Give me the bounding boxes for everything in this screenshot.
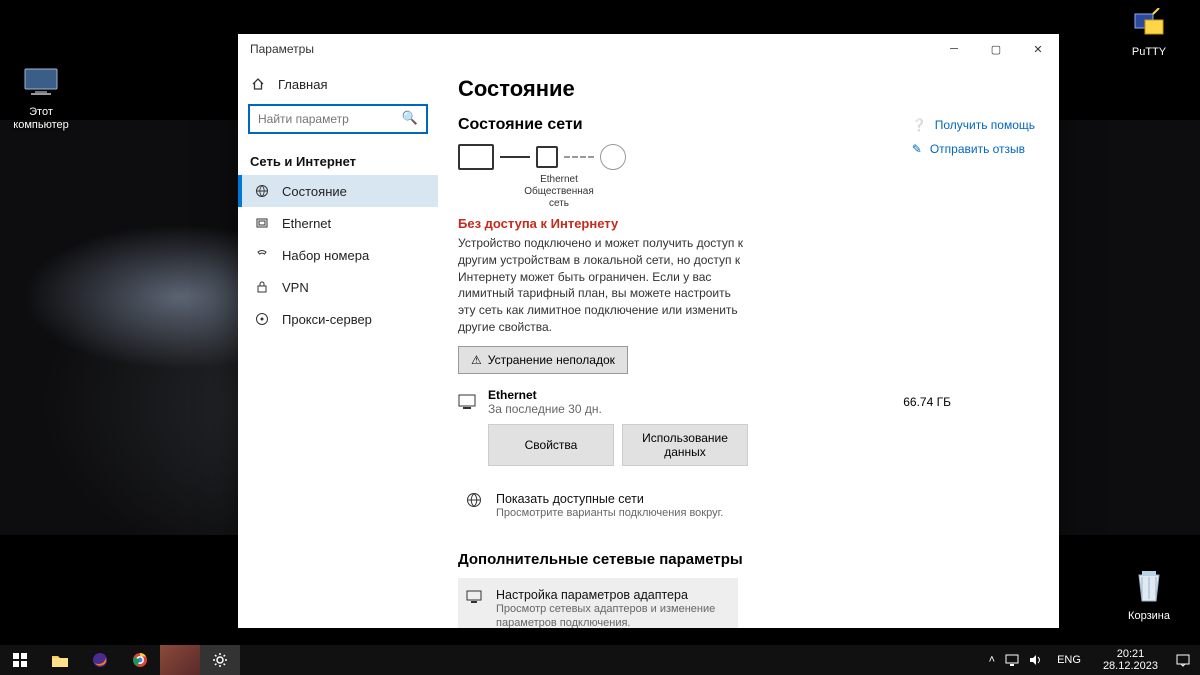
sidebar-item-label: VPN xyxy=(282,280,309,295)
putty-icon xyxy=(1129,2,1169,42)
search-input[interactable] xyxy=(248,104,428,134)
sidebar-item-label: Набор номера xyxy=(282,248,369,263)
clock-time: 20:21 xyxy=(1103,648,1158,660)
properties-button[interactable]: Свойства xyxy=(488,424,614,466)
titlebar[interactable]: Параметры ─ ▢ ✕ xyxy=(238,34,1059,64)
close-button[interactable]: ✕ xyxy=(1017,34,1059,64)
recycle-bin-icon xyxy=(1129,566,1169,606)
sidebar-item-label: Главная xyxy=(278,77,327,92)
ethernet-icon xyxy=(254,215,270,231)
window-title: Параметры xyxy=(250,42,933,56)
sidebar-item-label: Состояние xyxy=(282,184,347,199)
tray-network-icon[interactable] xyxy=(1005,654,1019,666)
globe-icon xyxy=(466,492,484,521)
status-warning-title: Без доступа к Интернету xyxy=(458,216,1035,231)
sidebar-item-proxy[interactable]: Прокси-сервер xyxy=(238,303,438,335)
help-link-label: Отправить отзыв xyxy=(930,142,1025,156)
taskbar-app[interactable] xyxy=(160,645,200,675)
advanced-settings-heading: Дополнительные сетевые параметры xyxy=(458,551,1035,568)
sidebar-section-header: Сеть и Интернет xyxy=(238,144,438,175)
diagram-iface-label: Ethernet Общественная сеть xyxy=(514,174,604,210)
desktop-icon-this-pc[interactable]: Этот компьютер xyxy=(4,62,78,131)
button-label: Использование данных xyxy=(623,431,747,459)
desktop-icon-label: Корзина xyxy=(1112,610,1186,623)
search-wrap: 🔍 xyxy=(238,100,438,144)
feedback-icon: ✎ xyxy=(912,142,922,156)
sidebar-item-status[interactable]: Состояние xyxy=(238,175,438,207)
sidebar-item-ethernet[interactable]: Ethernet xyxy=(238,207,438,239)
diagram-interface: Ethernet xyxy=(514,174,604,186)
tray-clock[interactable]: 20:21 28.12.2023 xyxy=(1095,648,1166,672)
sidebar-item-dialup[interactable]: Набор номера xyxy=(238,239,438,271)
tray-chevron-up-icon[interactable]: ˄ xyxy=(989,654,995,666)
adapter-icon xyxy=(466,588,484,628)
help-icon: ❔ xyxy=(912,118,927,132)
home-icon xyxy=(250,76,266,92)
maximize-button[interactable]: ▢ xyxy=(975,34,1017,64)
warning-icon: ⚠ xyxy=(471,353,482,367)
tray-volume-icon[interactable] xyxy=(1029,654,1043,666)
adapter-settings[interactable]: Настройка параметров адаптера Просмотр с… xyxy=(458,578,738,628)
page-title: Состояние xyxy=(458,76,1035,102)
desktop-icon-recycle-bin[interactable]: Корзина xyxy=(1112,566,1186,623)
usage-amount: 66.74 ГБ xyxy=(903,395,951,409)
list-item-title: Показать доступные сети xyxy=(496,492,723,506)
sidebar: Главная 🔍 Сеть и Интернет Состояние Ethe… xyxy=(238,64,438,628)
status-icon xyxy=(254,183,270,199)
status-warning-desc: Устройство подключено и может получить д… xyxy=(458,235,748,336)
start-button[interactable] xyxy=(0,645,40,675)
content-pane: Состояние ❔ Получить помощь ✎ Отправить … xyxy=(438,64,1059,628)
data-usage-button[interactable]: Использование данных xyxy=(622,424,748,466)
list-item-desc: Просмотр сетевых адаптеров и изменение п… xyxy=(496,602,730,628)
show-available-networks[interactable]: Показать доступные сети Просмотрите вари… xyxy=(458,482,1035,531)
sidebar-item-label: Ethernet xyxy=(282,216,331,231)
tray-language[interactable]: ENG xyxy=(1053,654,1085,666)
computer-icon xyxy=(21,62,61,102)
system-tray: ˄ ENG 20:21 28.12.2023 xyxy=(989,648,1200,672)
taskbar-firefox[interactable] xyxy=(80,645,120,675)
diagram-net-type: Общественная сеть xyxy=(514,186,604,210)
taskbar-explorer[interactable] xyxy=(40,645,80,675)
help-link-feedback[interactable]: ✎ Отправить отзыв xyxy=(912,142,1035,156)
pc-icon xyxy=(458,144,494,170)
minimize-button[interactable]: ─ xyxy=(933,34,975,64)
taskbar: ˄ ENG 20:21 28.12.2023 xyxy=(0,645,1200,675)
help-link-get-help[interactable]: ❔ Получить помощь xyxy=(912,118,1035,132)
sidebar-item-label: Прокси-сервер xyxy=(282,312,372,327)
usage-interface: Ethernet xyxy=(488,388,602,402)
taskbar-chrome[interactable] xyxy=(120,645,160,675)
usage-period: За последние 30 дн. xyxy=(488,402,602,416)
settings-window: Параметры ─ ▢ ✕ Главная 🔍 Сеть и Интерне… xyxy=(238,34,1059,628)
desktop-icon-label: PuTTY xyxy=(1112,46,1186,59)
router-icon xyxy=(536,146,558,168)
dialup-icon xyxy=(254,247,270,263)
taskbar-settings[interactable] xyxy=(200,645,240,675)
sidebar-item-vpn[interactable]: VPN xyxy=(238,271,438,303)
help-links: ❔ Получить помощь ✎ Отправить отзыв xyxy=(912,118,1035,166)
button-label: Устранение неполадок xyxy=(488,353,615,367)
clock-date: 28.12.2023 xyxy=(1103,660,1158,672)
globe-icon xyxy=(600,144,626,170)
desktop-icon-label: Этот компьютер xyxy=(4,106,78,131)
troubleshoot-button[interactable]: ⚠ Устранение неполадок xyxy=(458,346,628,374)
proxy-icon xyxy=(254,311,270,327)
ethernet-icon xyxy=(458,394,476,410)
list-item-title: Настройка параметров адаптера xyxy=(496,588,730,602)
tray-notifications-icon[interactable] xyxy=(1176,653,1194,667)
help-link-label: Получить помощь xyxy=(935,118,1035,132)
vpn-icon xyxy=(254,279,270,295)
data-usage-row: Ethernet За последние 30 дн. 66.74 ГБ xyxy=(458,388,1035,416)
sidebar-home[interactable]: Главная xyxy=(238,68,438,100)
button-label: Свойства xyxy=(525,438,578,452)
desktop-icon-putty[interactable]: PuTTY xyxy=(1112,2,1186,59)
list-item-desc: Просмотрите варианты подключения вокруг. xyxy=(496,506,723,521)
